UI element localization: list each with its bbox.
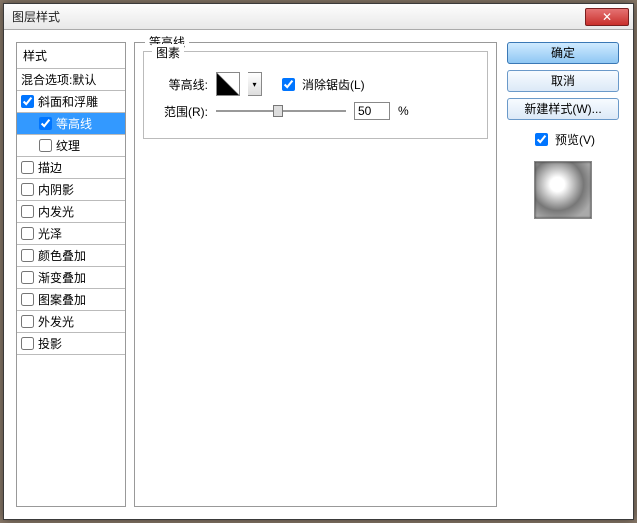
style-row[interactable]: 内阴影: [17, 179, 125, 201]
styles-header[interactable]: 样式: [17, 43, 125, 69]
style-checkbox[interactable]: [21, 315, 34, 328]
style-label: 内阴影: [38, 181, 74, 198]
preview-option[interactable]: 预览(V): [531, 130, 595, 149]
close-icon: ✕: [602, 10, 612, 24]
cancel-button[interactable]: 取消: [507, 70, 619, 92]
dialog-window: 图层样式 ✕ 样式 混合选项:默认 斜面和浮雕等高线纹理描边内阴影内发光光泽颜色…: [3, 3, 634, 520]
style-row[interactable]: 描边: [17, 157, 125, 179]
style-checkbox[interactable]: [39, 139, 52, 152]
preview-swatch: [534, 161, 592, 219]
style-label: 纹理: [56, 137, 80, 154]
contour-label: 等高线:: [154, 76, 208, 93]
style-label: 渐变叠加: [38, 269, 86, 286]
style-checkbox[interactable]: [21, 249, 34, 262]
titlebar[interactable]: 图层样式 ✕: [4, 4, 633, 30]
style-row[interactable]: 纹理: [17, 135, 125, 157]
style-checkbox[interactable]: [21, 95, 34, 108]
style-checkbox[interactable]: [39, 117, 52, 130]
dialog-body: 样式 混合选项:默认 斜面和浮雕等高线纹理描边内阴影内发光光泽颜色叠加渐变叠加图…: [4, 30, 633, 519]
style-row[interactable]: 投影: [17, 333, 125, 355]
style-row[interactable]: 图案叠加: [17, 289, 125, 311]
style-checkbox[interactable]: [21, 271, 34, 284]
style-label: 光泽: [38, 225, 62, 242]
style-checkbox[interactable]: [21, 293, 34, 306]
slider-thumb[interactable]: [273, 105, 283, 117]
style-label: 等高线: [56, 115, 92, 132]
style-label: 斜面和浮雕: [38, 93, 98, 110]
new-style-button[interactable]: 新建样式(W)...: [507, 98, 619, 120]
preview-checkbox[interactable]: [535, 133, 548, 146]
range-input[interactable]: [354, 102, 390, 120]
style-row[interactable]: 渐变叠加: [17, 267, 125, 289]
styles-list: 样式 混合选项:默认 斜面和浮雕等高线纹理描边内阴影内发光光泽颜色叠加渐变叠加图…: [16, 42, 126, 507]
style-checkbox[interactable]: [21, 205, 34, 218]
styles-column: 样式 混合选项:默认 斜面和浮雕等高线纹理描边内阴影内发光光泽颜色叠加渐变叠加图…: [16, 42, 126, 507]
ok-button[interactable]: 确定: [507, 42, 619, 64]
style-label: 投影: [38, 335, 62, 352]
range-slider[interactable]: [216, 103, 346, 119]
range-label: 范围(R):: [154, 103, 208, 120]
contour-picker[interactable]: [216, 72, 240, 96]
style-checkbox[interactable]: [21, 337, 34, 350]
antialias-option[interactable]: 消除锯齿(L): [278, 75, 365, 94]
style-row[interactable]: 颜色叠加: [17, 245, 125, 267]
contour-dropdown-icon[interactable]: ▾: [248, 72, 262, 96]
style-row[interactable]: 内发光: [17, 201, 125, 223]
settings-panel: 等高线 图素 等高线: ▾ 消除锯齿(L) 范围(R):: [134, 42, 497, 507]
style-label: 颜色叠加: [38, 247, 86, 264]
antialias-label: 消除锯齿(L): [302, 76, 365, 93]
elements-group: 图素 等高线: ▾ 消除锯齿(L) 范围(R):: [143, 51, 488, 139]
style-label: 描边: [38, 159, 62, 176]
close-button[interactable]: ✕: [585, 8, 629, 26]
style-checkbox[interactable]: [21, 227, 34, 240]
range-unit: %: [398, 104, 409, 118]
preview-label: 预览(V): [555, 131, 595, 148]
style-row[interactable]: 外发光: [17, 311, 125, 333]
style-label: 外发光: [38, 313, 74, 330]
style-row[interactable]: 斜面和浮雕: [17, 91, 125, 113]
blend-options-row[interactable]: 混合选项:默认: [17, 69, 125, 91]
antialias-checkbox[interactable]: [282, 78, 295, 91]
actions-column: 确定 取消 新建样式(W)... 预览(V): [505, 42, 621, 507]
window-title: 图层样式: [12, 8, 585, 25]
group-title: 图素: [152, 44, 184, 61]
style-row[interactable]: 等高线: [17, 113, 125, 135]
style-label: 内发光: [38, 203, 74, 220]
style-checkbox[interactable]: [21, 161, 34, 174]
style-label: 图案叠加: [38, 291, 86, 308]
style-row[interactable]: 光泽: [17, 223, 125, 245]
style-checkbox[interactable]: [21, 183, 34, 196]
